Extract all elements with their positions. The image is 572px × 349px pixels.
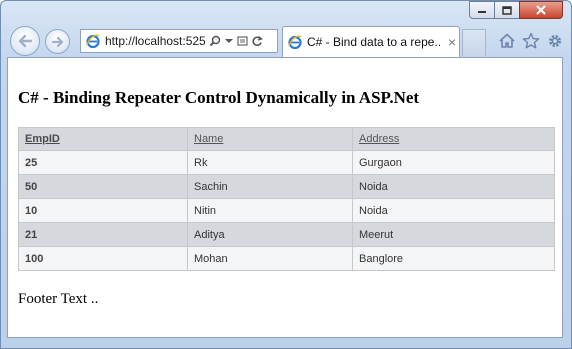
cell-empid: 25 [18,150,188,175]
tab-active[interactable]: C# - Bind data to a repe... × [282,26,460,57]
table-row: 25 Rk Gurgaon [18,150,555,175]
close-icon [536,5,546,15]
column-header-empid[interactable]: EmpID [18,127,188,151]
maximize-icon [502,5,512,15]
search-icon [209,35,221,47]
cell-empid: 50 [18,174,188,199]
tools-button[interactable] [545,31,565,51]
url-text[interactable]: http://localhost:525 [105,34,206,48]
cell-empid: 100 [18,246,188,271]
refresh-button[interactable] [250,33,264,49]
back-button[interactable] [10,26,40,56]
back-arrow-icon [18,34,33,48]
cell-address: Noida [352,174,555,199]
footer-text: Footer Text .. [18,291,99,307]
cell-name: Nitin [187,198,353,223]
new-tab-button[interactable] [462,29,486,56]
cell-name: Rk [187,150,353,175]
search-button[interactable] [208,33,222,49]
home-button[interactable] [497,31,517,51]
home-icon [499,33,515,48]
browser-window: http://localhost:525 C# - Bind data to a… [0,0,572,349]
cell-name: Mohan [187,246,353,271]
table-row: 21 Aditya Meerut [18,222,555,247]
star-icon [522,32,540,49]
column-header-address[interactable]: Address [352,127,555,151]
page-viewport: C# - Binding Repeater Control Dynamicall… [7,57,563,338]
address-tools [208,33,264,49]
employee-table: EmpID Name Address 25 Rk Gurgaon 50 Sach… [18,127,555,271]
compatibility-view-button[interactable] [236,33,250,49]
ie-logo-icon [86,34,100,49]
cell-name: Aditya [187,222,353,247]
minimize-icon [478,11,486,13]
tab-title: C# - Bind data to a repe... [307,35,442,49]
browser-toolbar-right [497,31,565,51]
address-bar[interactable]: http://localhost:525 [80,29,278,53]
column-header-name[interactable]: Name [187,127,353,151]
table-row: 50 Sachin Noida [18,174,555,199]
forward-arrow-icon [51,36,63,47]
table-row: 10 Nitin Noida [18,198,555,223]
minimize-button[interactable] [469,1,495,19]
chevron-down-icon [225,39,233,43]
tab-close-button[interactable]: × [445,34,459,50]
window-caption-buttons [469,1,563,19]
close-button[interactable] [519,1,563,19]
cell-address: Banglore [352,246,555,271]
favorites-button[interactable] [521,31,541,51]
compatibility-view-icon [237,36,248,46]
refresh-icon [252,35,263,47]
forward-button[interactable] [45,29,70,54]
cell-address: Gurgaon [352,150,555,175]
ie-logo-icon [288,35,302,50]
cell-address: Noida [352,198,555,223]
cell-address: Meerut [352,222,555,247]
maximize-button[interactable] [494,1,520,19]
cell-name: Sachin [187,174,353,199]
table-row: 100 Mohan Banglore [18,246,555,271]
navigation-bar: http://localhost:525 C# - Bind data to a… [1,25,571,57]
table-header-row: EmpID Name Address [18,127,555,151]
cell-empid: 21 [18,222,188,247]
cell-empid: 10 [18,198,188,223]
gear-icon [549,35,561,47]
address-dropdown-button[interactable] [222,33,236,49]
page-title: C# - Binding Repeater Control Dynamicall… [18,88,420,107]
